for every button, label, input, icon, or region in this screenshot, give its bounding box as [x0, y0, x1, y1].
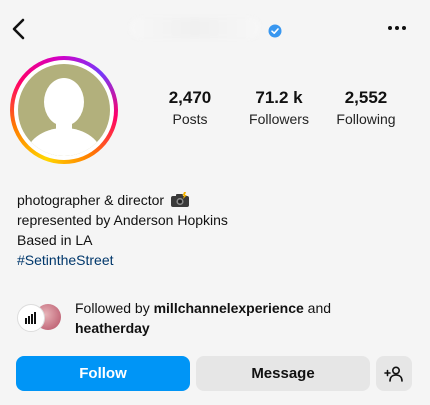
- top-bar: [0, 0, 430, 56]
- add-user-button[interactable]: [376, 356, 412, 391]
- bars-logo-icon: [25, 312, 36, 324]
- followers-count: 71.2 k: [255, 88, 303, 107]
- followed-by-conjunction: and: [307, 300, 332, 316]
- verified-badge-icon: [268, 24, 282, 38]
- posts-count: 2,470: [168, 88, 212, 107]
- stat-posts[interactable]: 2,470 Posts: [160, 88, 220, 128]
- add-user-icon: [384, 365, 403, 382]
- following-label: Following: [336, 111, 396, 127]
- follow-button[interactable]: Follow: [16, 356, 190, 391]
- mutual-user-2[interactable]: heatherday: [75, 320, 150, 336]
- followed-by-prefix: Followed by: [75, 300, 150, 316]
- person-silhouette-icon: [26, 78, 102, 156]
- posts-label: Posts: [172, 111, 208, 127]
- mutual-user-1[interactable]: millchannelexperience: [154, 300, 304, 316]
- more-horizontal-icon[interactable]: [384, 20, 410, 36]
- following-count: 2,552: [344, 88, 388, 107]
- followers-label: Followers: [249, 111, 309, 127]
- hashtag-link[interactable]: #SetintheStreet: [17, 250, 347, 270]
- followed-by-text: Followed by millchannelexperience and he…: [75, 298, 405, 338]
- bio: photographer & director represented by A…: [17, 190, 347, 270]
- chevron-left-icon[interactable]: [8, 16, 30, 42]
- mutual-avatar-1: [17, 304, 45, 332]
- camera-with-flash-icon: [170, 192, 189, 207]
- avatar: [18, 64, 110, 156]
- username-redacted: [130, 18, 260, 38]
- bio-line-2: represented by Anderson Hopkins: [17, 212, 228, 228]
- stat-followers[interactable]: 71.2 k Followers: [240, 88, 318, 128]
- bio-line-3: Based in LA: [17, 232, 93, 248]
- bio-line-1: photographer & director: [17, 192, 165, 208]
- profile-avatar-ring[interactable]: [10, 56, 118, 164]
- stat-following[interactable]: 2,552 Following: [328, 88, 404, 128]
- message-button[interactable]: Message: [196, 356, 370, 391]
